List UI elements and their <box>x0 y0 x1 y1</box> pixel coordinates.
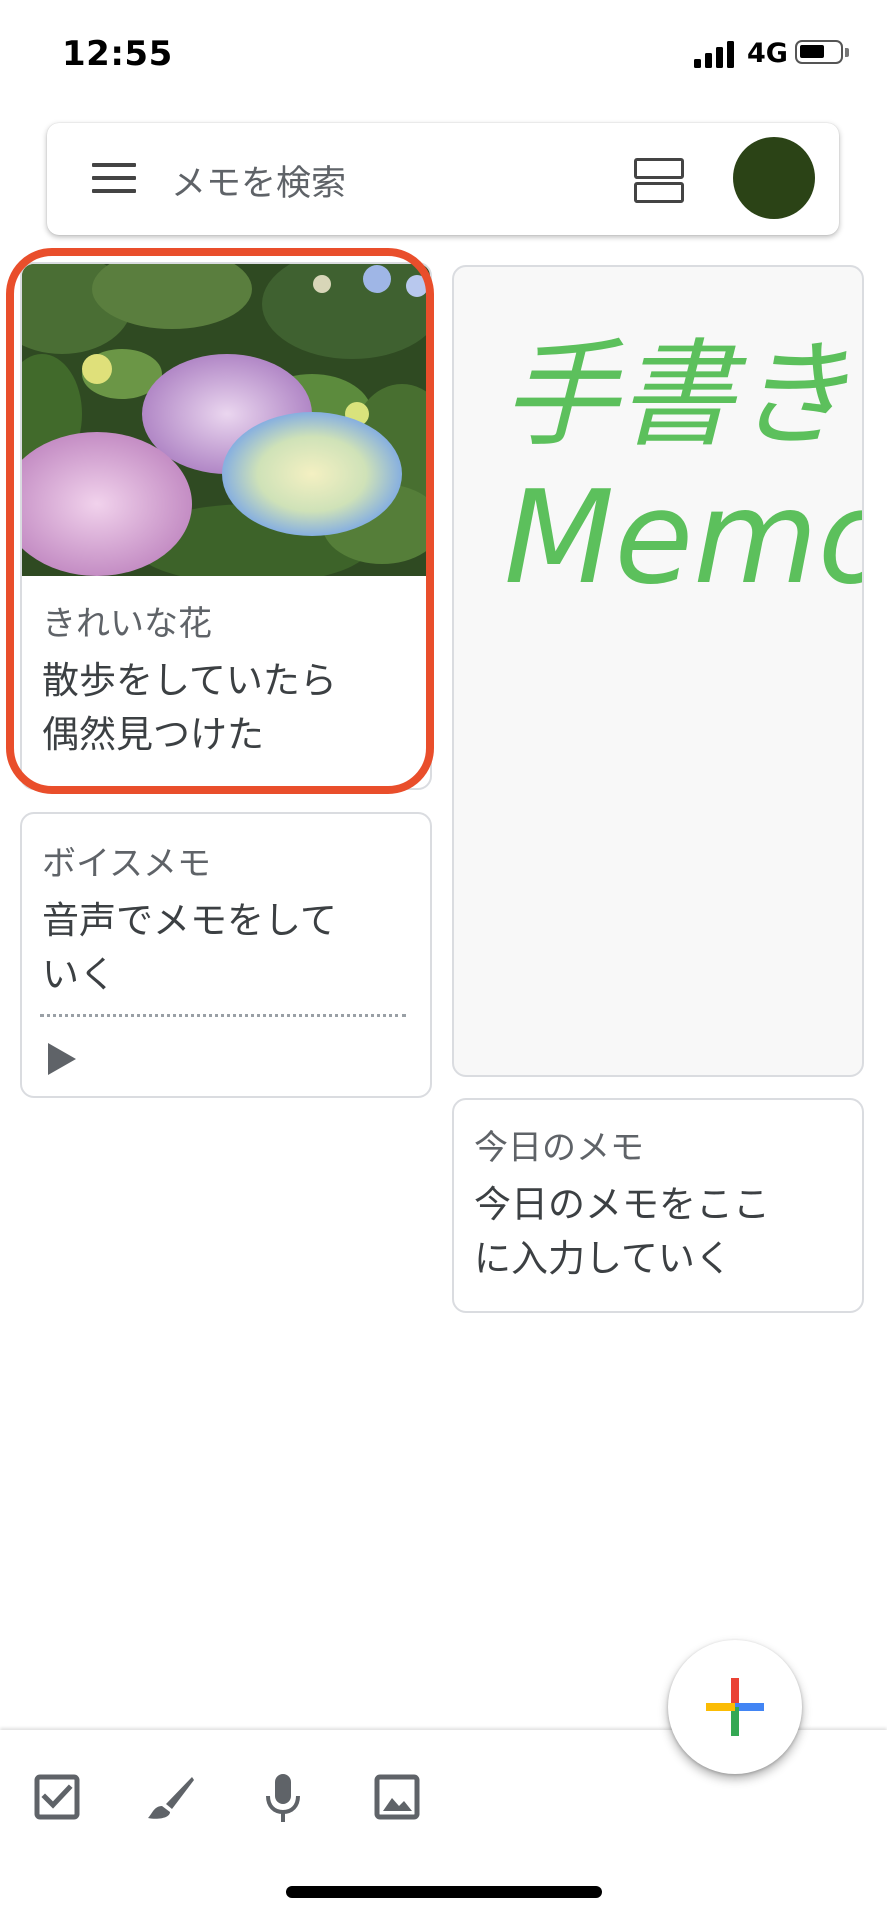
note-image <box>22 264 430 576</box>
handwriting-line-2: Memo <box>504 464 862 613</box>
avatar[interactable] <box>733 137 815 219</box>
home-indicator <box>286 1886 602 1898</box>
note-card-drawing[interactable]: 手書き Memo <box>452 265 864 1077</box>
note-title: きれいな花 <box>42 604 212 644</box>
list-view-icon[interactable] <box>634 158 684 203</box>
battery-icon <box>795 40 843 64</box>
note-body: 散歩をしていたら 偶然見つけた <box>42 659 337 756</box>
note-body: 今日のメモをここ に入力していく <box>474 1183 770 1280</box>
microphone-icon[interactable] <box>264 1772 302 1824</box>
checkbox-icon[interactable] <box>34 1774 80 1820</box>
note-title: ボイスメモ <box>42 844 211 884</box>
cellular-signal-icon <box>694 40 736 68</box>
handwriting-line-1: 手書き <box>502 328 850 463</box>
note-card-today[interactable]: 今日のメモ 今日のメモをここ に入力していく <box>452 1098 864 1313</box>
new-note-button[interactable] <box>668 1640 802 1774</box>
menu-icon[interactable] <box>92 163 136 195</box>
network-type: 4G <box>747 38 788 69</box>
handwriting-drawing: 手書き Memo <box>502 328 862 613</box>
note-card-flower[interactable]: きれいな花 散歩をしていたら 偶然見つけた <box>20 262 432 790</box>
plus-icon <box>706 1678 764 1736</box>
note-card-voice[interactable]: ボイスメモ 音声でメモをして いく <box>20 812 432 1098</box>
search-input[interactable]: メモを検索 <box>171 155 346 206</box>
note-title: 今日のメモ <box>474 1128 644 1168</box>
play-icon[interactable] <box>48 1043 76 1075</box>
image-icon[interactable] <box>374 1774 420 1820</box>
search-bar[interactable] <box>47 123 839 235</box>
audio-waveform <box>40 1014 406 1017</box>
status-time: 12:55 <box>62 34 173 74</box>
note-body: 音声でメモをして いく <box>42 899 337 996</box>
battery-cap <box>845 48 849 57</box>
brush-icon[interactable] <box>146 1774 196 1822</box>
